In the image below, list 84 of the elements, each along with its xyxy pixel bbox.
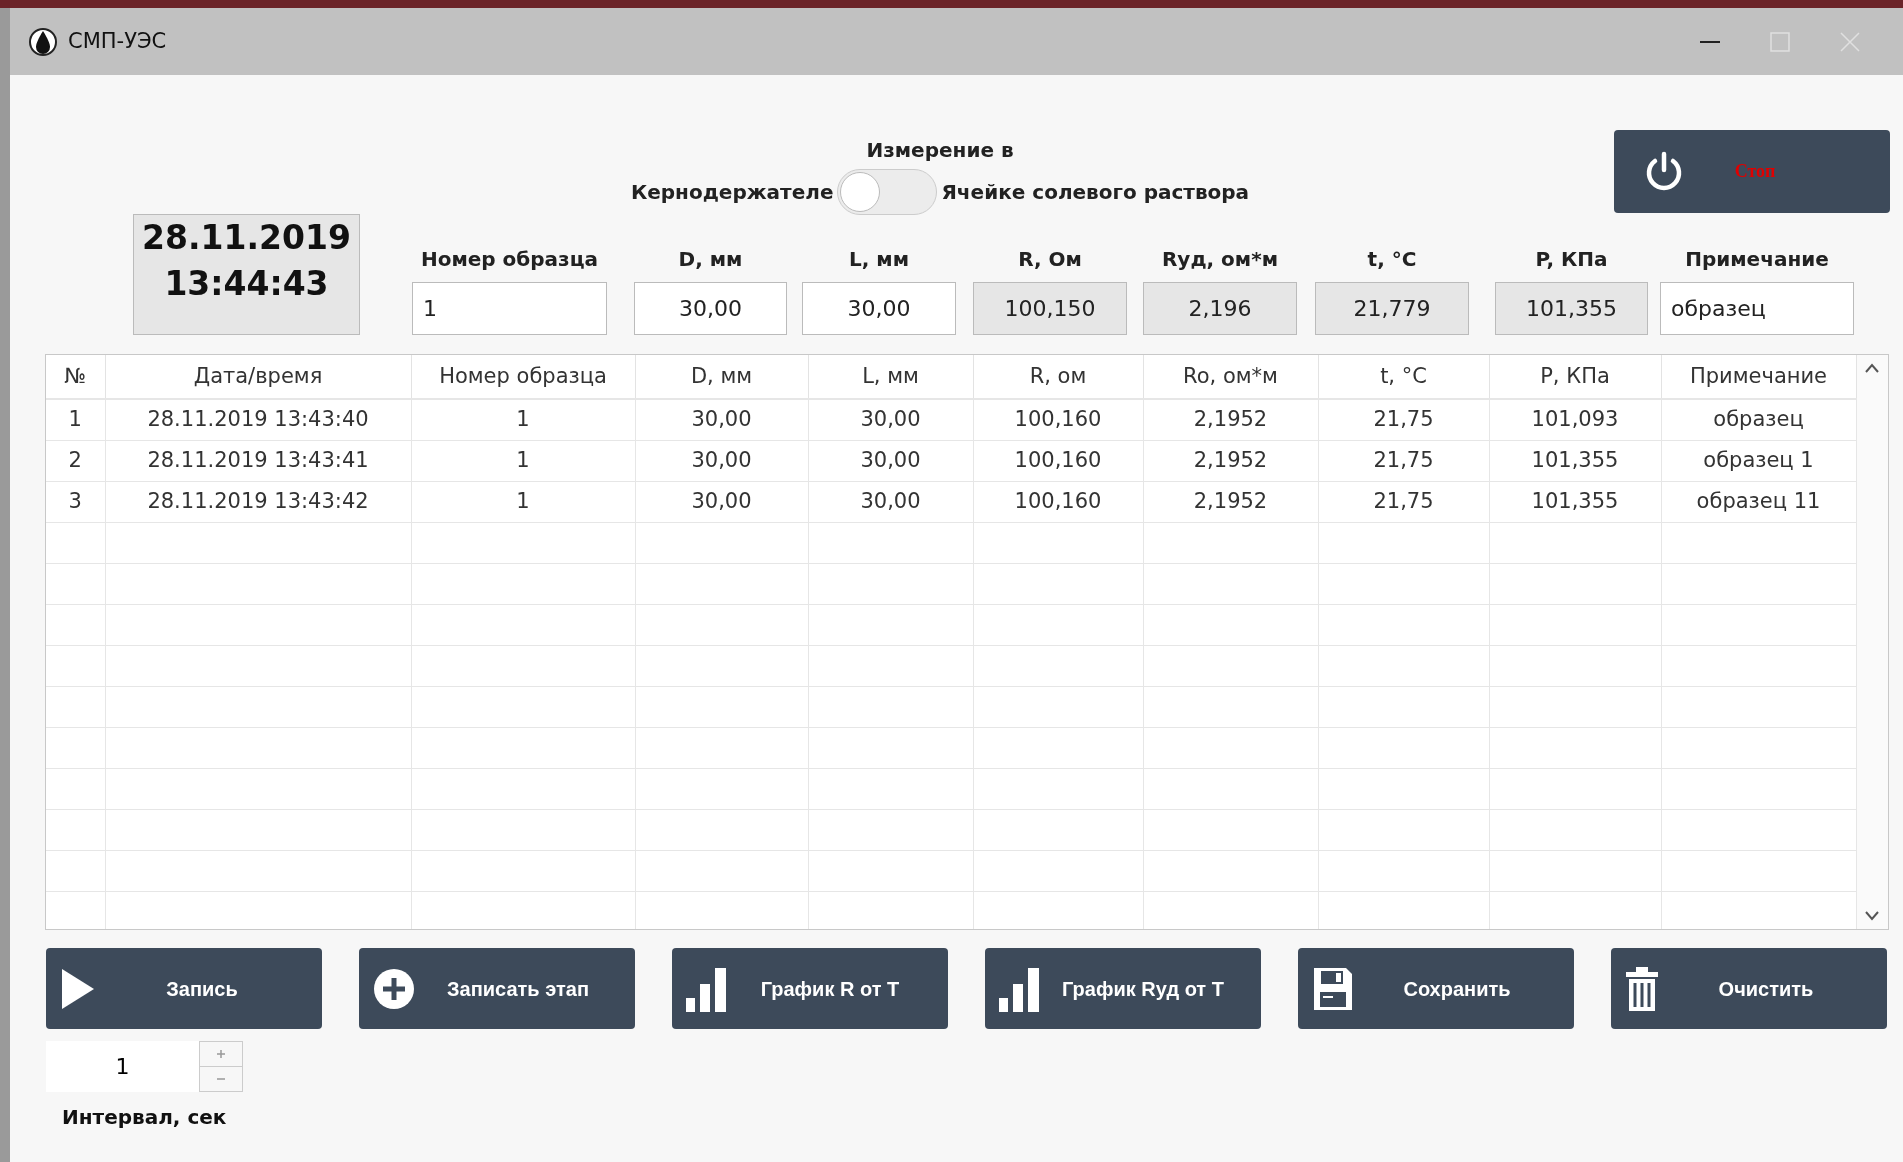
action-button[interactable]: Сохранить <box>1298 948 1574 1029</box>
column-header[interactable]: L, мм <box>808 355 973 399</box>
table-cell: 2,1952 <box>1143 399 1318 440</box>
input-field[interactable]: 30,00 <box>634 282 787 335</box>
scrollbar[interactable] <box>1856 355 1888 929</box>
readout-field[interactable]: 100,150 <box>973 282 1127 335</box>
column-header[interactable]: R, ом <box>973 355 1143 399</box>
column-header[interactable]: D, мм <box>635 355 808 399</box>
input-field[interactable]: 30,00 <box>802 282 956 335</box>
close-icon <box>1840 31 1860 52</box>
table-cell: 30,00 <box>635 440 808 481</box>
table-cell: 1 <box>46 399 105 440</box>
field-label: D, мм <box>677 246 744 273</box>
column-header[interactable]: Примечание <box>1661 355 1856 399</box>
readout-field[interactable]: 101,355 <box>1495 282 1648 335</box>
table-cell: образец <box>1661 399 1856 440</box>
table-cell: 28.11.2019 13:43:40 <box>105 399 411 440</box>
input-field[interactable]: образец <box>1660 282 1854 335</box>
scroll-up-icon[interactable] <box>1865 363 1880 373</box>
column-header[interactable]: P, КПа <box>1489 355 1661 399</box>
action-button[interactable]: Записать этап <box>359 948 635 1029</box>
readout-field[interactable]: 21,779 <box>1315 282 1469 335</box>
trash-icon <box>1625 965 1659 1012</box>
table-cell: 2 <box>46 440 105 481</box>
input-field[interactable]: 1 <box>412 282 607 335</box>
table-cell: 30,00 <box>808 440 973 481</box>
field-label: Номер образца <box>419 246 600 273</box>
window-title: СМП-УЭС <box>68 27 167 55</box>
table-cell: 3 <box>46 481 105 522</box>
table-cell: 30,00 <box>808 399 973 440</box>
table-cell: образец 11 <box>1661 481 1856 522</box>
field-label: P, КПа <box>1534 246 1609 273</box>
table-cell: 1 <box>411 399 635 440</box>
bar-chart-icon <box>686 965 726 1012</box>
app-icon <box>28 26 58 57</box>
toggle-switch[interactable] <box>837 169 938 215</box>
table-cell: 1 <box>411 481 635 522</box>
field-label: t, °C <box>1366 246 1418 273</box>
table-cell: 30,00 <box>635 399 808 440</box>
column-header[interactable]: Дата/время <box>105 355 411 399</box>
table-cell: 101,355 <box>1489 481 1661 522</box>
play-icon <box>60 966 96 1011</box>
plus-icon <box>373 967 415 1010</box>
readout-field[interactable]: 2,196 <box>1143 282 1297 335</box>
interval-label: Интервал, сек <box>62 1104 227 1131</box>
table-cell: 21,75 <box>1318 399 1489 440</box>
action-button[interactable]: Запись <box>46 948 322 1029</box>
action-button[interactable]: График R от T <box>672 948 948 1029</box>
field-label: Примечание <box>1684 246 1830 273</box>
field-label: Rуд, ом*м <box>1160 246 1279 273</box>
column-header[interactable]: Ro, ом*м <box>1143 355 1318 399</box>
table-cell: 2,1952 <box>1143 440 1318 481</box>
clock-display: 28.11.2019 13:44:43 <box>133 214 360 335</box>
save-icon <box>1312 965 1354 1012</box>
table-cell: 101,093 <box>1489 399 1661 440</box>
bar-chart-icon <box>999 965 1039 1012</box>
column-header[interactable]: Номер образца <box>411 355 635 399</box>
table-cell: 100,160 <box>973 440 1143 481</box>
scroll-down-icon[interactable] <box>1865 911 1880 921</box>
column-header[interactable]: № <box>46 355 105 399</box>
table-cell: 100,160 <box>973 481 1143 522</box>
minimize-icon <box>1700 40 1720 43</box>
field-label: L, мм <box>848 246 910 273</box>
table-cell: образец 1 <box>1661 440 1856 481</box>
table-cell: 100,160 <box>973 399 1143 440</box>
action-button[interactable]: Очистить <box>1611 948 1887 1029</box>
spin-buttons[interactable] <box>199 1041 243 1092</box>
measurement-label: Измерение в <box>866 138 1014 162</box>
column-header[interactable]: t, °C <box>1318 355 1489 399</box>
table-cell: 28.11.2019 13:43:42 <box>105 481 411 522</box>
table-cell: 21,75 <box>1318 481 1489 522</box>
table-cell: 30,00 <box>808 481 973 522</box>
table-cell: 28.11.2019 13:43:41 <box>105 440 411 481</box>
table-cell: 101,355 <box>1489 440 1661 481</box>
table-cell: 21,75 <box>1318 440 1489 481</box>
table-cell: 30,00 <box>635 481 808 522</box>
toggle-right-label: Ячейке солевого раствора <box>941 179 1250 206</box>
interval-field[interactable]: 1 <box>46 1041 199 1092</box>
maximize-icon <box>1770 31 1790 52</box>
toggle-left-label: Кернодержателе <box>630 179 834 206</box>
field-label: R, Ом <box>1017 246 1083 273</box>
action-button[interactable]: График Rуд от T <box>985 948 1261 1029</box>
table-cell: 2,1952 <box>1143 481 1318 522</box>
table-cell: 1 <box>411 440 635 481</box>
